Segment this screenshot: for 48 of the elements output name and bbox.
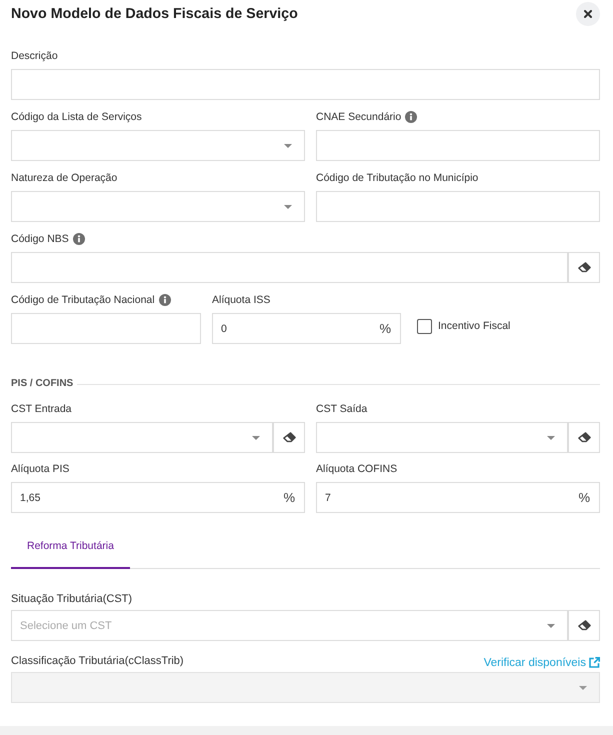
select-field[interactable] [316, 422, 568, 453]
field-label: CST Entrada [11, 402, 72, 416]
caret-icon [284, 204, 292, 208]
eraser-icon [282, 432, 296, 443]
field-label: CST Saída [316, 402, 368, 416]
clear-button[interactable] [568, 252, 600, 283]
field-label: Alíquota COFINS [316, 462, 398, 476]
select-field[interactable] [11, 422, 273, 453]
field-label: Código de Tributação no Município [316, 171, 478, 185]
text-input[interactable] [11, 69, 600, 100]
field-label: Alíquota PIS [11, 462, 70, 476]
select-field[interactable] [11, 130, 305, 161]
text-input[interactable] [11, 252, 568, 283]
tab[interactable]: Reforma Tributária [11, 528, 130, 569]
text-input[interactable] [11, 313, 201, 344]
dialog-title: Novo Modelo de Dados Fiscais de Serviço [11, 5, 298, 24]
field-label: Alíquota ISS [212, 293, 270, 307]
field-label: Natureza de Operação [11, 171, 118, 185]
clear-button[interactable] [273, 422, 305, 453]
external-link-icon [589, 657, 600, 668]
caret-icon [252, 436, 260, 440]
eraser-icon [578, 262, 590, 273]
field-label: Situação Tributária(CST) [11, 592, 132, 606]
text-input[interactable] [316, 191, 600, 222]
clear-button[interactable] [568, 610, 600, 641]
select-field[interactable] [11, 191, 305, 222]
caret-icon [579, 686, 587, 690]
field-label: Código NBS [11, 232, 69, 246]
field-label: CNAE Secundário [316, 110, 402, 124]
field-label: Código de Tributação Nacional [11, 293, 155, 307]
checkbox[interactable] [417, 319, 432, 334]
caret-icon [547, 436, 555, 440]
percent-sign: % [283, 490, 295, 504]
percent-sign: % [379, 322, 391, 336]
field-label: Descrição [11, 49, 58, 63]
eraser-icon [578, 432, 590, 443]
field-label: Código da Lista de Serviços [11, 110, 142, 124]
clear-button[interactable] [568, 422, 600, 453]
caret-icon [284, 144, 292, 148]
field-label: Classificação Tributária(cClassTrib) [11, 654, 184, 668]
text-input[interactable] [316, 130, 600, 161]
section-heading: PIS / COFINS [11, 377, 74, 391]
close-button[interactable] [576, 2, 600, 26]
eraser-icon [578, 620, 590, 631]
checkbox-label: Incentivo Fiscal [438, 318, 510, 332]
percent-sign: % [578, 490, 590, 504]
caret-icon [547, 624, 555, 628]
close-icon [584, 10, 592, 18]
